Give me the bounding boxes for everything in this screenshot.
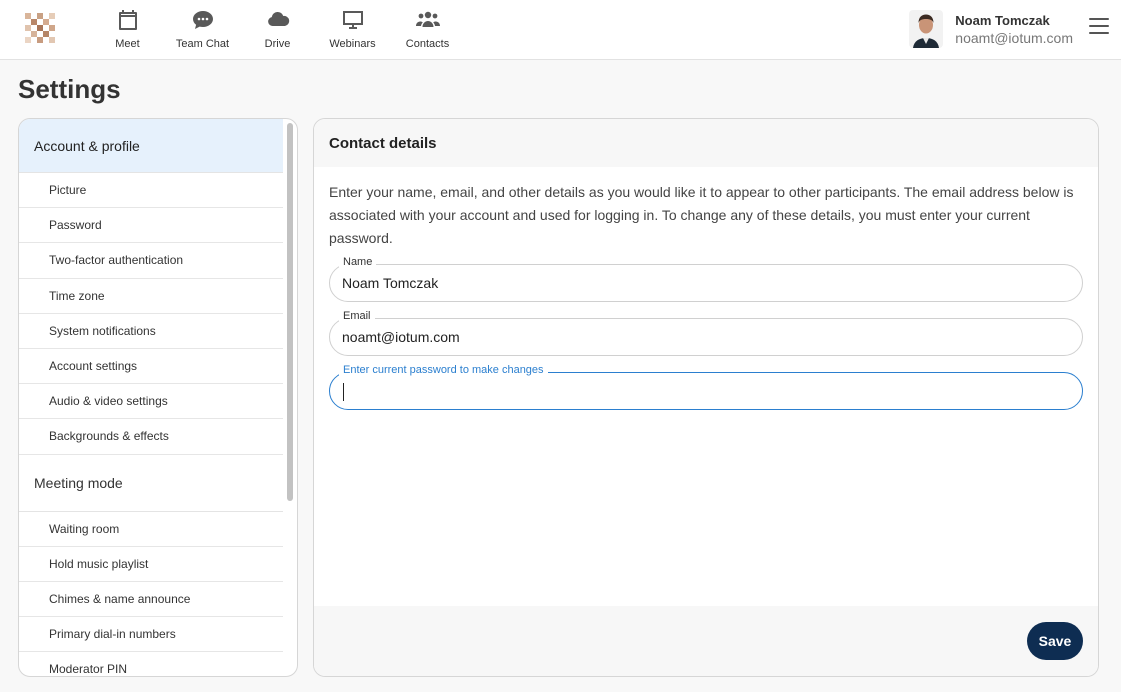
name-input[interactable] (342, 273, 1062, 293)
sidebar-item-picture[interactable]: Picture (19, 173, 283, 209)
settings-sidebar: Account & profile Picture Password Two-f… (18, 118, 298, 677)
sidebar-item-moderator-pin[interactable]: Moderator PIN (19, 652, 283, 676)
panel-footer: Save (314, 606, 1098, 676)
email-label: Email (339, 310, 375, 322)
cloud-icon (267, 11, 289, 26)
top-navigation-bar: Meet Team Chat Drive Webinars Contacts N… (0, 0, 1121, 60)
app-logo[interactable] (25, 13, 55, 43)
text-caret (343, 383, 344, 401)
nav-drive[interactable]: Drive (240, 0, 315, 60)
panel-title: Contact details (314, 119, 1098, 167)
menu-icon[interactable] (1089, 18, 1109, 36)
sidebar-item-time-zone[interactable]: Time zone (19, 279, 283, 314)
section-meeting-mode[interactable]: Meeting mode (19, 455, 283, 512)
monitor-icon (342, 11, 363, 29)
chat-icon (192, 11, 213, 29)
sidebar-scrollbar[interactable] (287, 123, 293, 501)
settings-list: Account & profile Picture Password Two-f… (19, 119, 283, 676)
sidebar-item-two-factor[interactable]: Two-factor authentication (19, 243, 283, 279)
sidebar-item-account-settings[interactable]: Account settings (19, 349, 283, 385)
calendar-icon (118, 10, 137, 30)
panel-description: Enter your name, email, and other detail… (329, 184, 1074, 246)
main-nav: Meet Team Chat Drive Webinars Contacts (90, 0, 465, 60)
current-password-field[interactable]: Enter current password to make changes (329, 364, 1083, 410)
contacts-icon (415, 11, 440, 27)
name-field[interactable]: Name (329, 256, 1083, 302)
sidebar-item-hold-music[interactable]: Hold music playlist (19, 547, 283, 582)
nav-webinars[interactable]: Webinars (315, 0, 390, 60)
avatar[interactable] (909, 10, 944, 48)
page-title: Settings (18, 74, 121, 104)
sidebar-item-password[interactable]: Password (19, 208, 283, 244)
nav-meet-label: Meet (115, 38, 140, 50)
sidebar-item-backgrounds[interactable]: Backgrounds & effects (19, 419, 283, 455)
sidebar-item-audio-video[interactable]: Audio & video settings (19, 384, 283, 420)
save-button[interactable]: Save (1027, 622, 1083, 660)
user-info: Noam Tomczak noamt@iotum.com (955, 13, 1073, 46)
user-profile[interactable]: Noam Tomczak noamt@iotum.com (909, 10, 1073, 48)
sidebar-item-dial-in[interactable]: Primary dial-in numbers (19, 617, 283, 653)
nav-drive-label: Drive (264, 38, 291, 50)
sidebar-item-waiting-room[interactable]: Waiting room (19, 512, 283, 547)
name-label: Name (339, 256, 377, 268)
current-password-label: Enter current password to make changes (339, 364, 548, 376)
sidebar-item-system-notifications[interactable]: System notifications (19, 314, 283, 349)
email-input[interactable] (342, 327, 1062, 347)
email-field[interactable]: Email (329, 310, 1083, 356)
nav-meet[interactable]: Meet (90, 0, 165, 60)
nav-team-chat-label: Team Chat (175, 38, 230, 50)
contact-details-panel: Contact details Enter your name, email, … (313, 118, 1099, 677)
sidebar-item-chimes[interactable]: Chimes & name announce (19, 582, 283, 618)
nav-contacts-label: Contacts (405, 38, 450, 50)
current-password-input[interactable] (342, 381, 1062, 401)
section-account-profile[interactable]: Account & profile (19, 119, 283, 173)
nav-team-chat[interactable]: Team Chat (165, 0, 240, 60)
user-email: noamt@iotum.com (955, 29, 1073, 46)
user-name: Noam Tomczak (955, 12, 1050, 28)
nav-webinars-label: Webinars (329, 38, 376, 50)
nav-contacts[interactable]: Contacts (390, 0, 465, 60)
